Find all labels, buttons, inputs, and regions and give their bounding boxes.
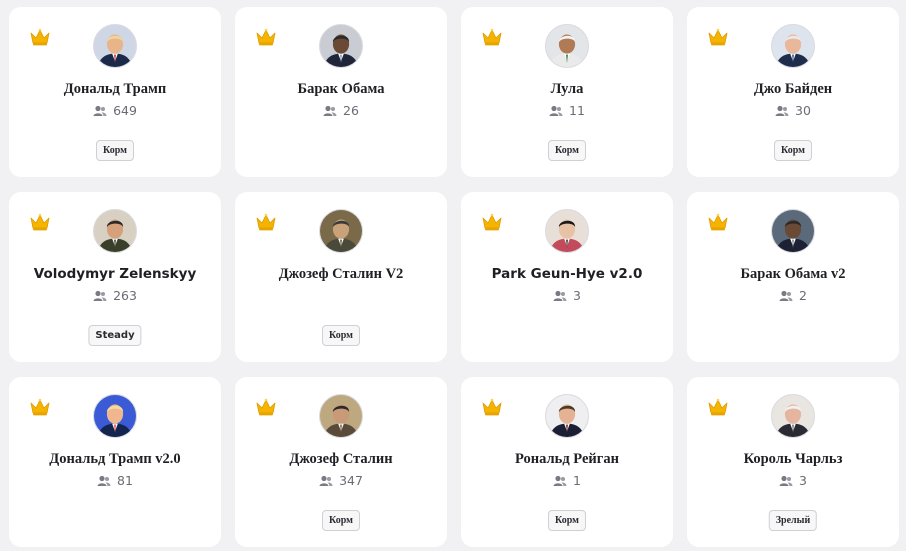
chat-count: 649: [9, 103, 221, 118]
character-grid: Дональд Трамп 649 Корм Барак Обама 26 Лу…: [9, 7, 906, 551]
character-card[interactable]: Park Geun-Hye v2.0 3: [461, 192, 673, 362]
character-card[interactable]: Джозеф Сталин 347 Корм: [235, 377, 447, 547]
crown-icon: [29, 212, 51, 232]
crown-icon: [707, 397, 729, 417]
users-icon: [553, 290, 567, 302]
character-name: Джозеф Сталин V2: [278, 266, 404, 282]
users-icon: [779, 290, 793, 302]
character-card[interactable]: Лула 11 Корм: [461, 7, 673, 177]
chat-count: 11: [461, 103, 673, 118]
character-name: Рональд Рейган: [515, 451, 619, 467]
chat-count-value: 11: [569, 103, 585, 118]
chat-count: 81: [9, 473, 221, 488]
trump-avatar: [93, 24, 137, 68]
character-name: Volodymyr Zelenskyy: [33, 266, 197, 282]
character-name: Барак Обама: [297, 81, 385, 97]
biden-avatar: [771, 24, 815, 68]
chat-count: 347: [235, 473, 447, 488]
users-icon: [775, 105, 789, 117]
crown-icon: [707, 212, 729, 232]
zelenskyy-avatar: [93, 209, 137, 253]
chat-count-value: 3: [799, 473, 807, 488]
users-icon: [779, 475, 793, 487]
users-icon: [93, 105, 107, 117]
crown-icon: [255, 397, 277, 417]
character-card[interactable]: Барак Обама v2 2: [687, 192, 899, 362]
stalin-avatar: [319, 209, 363, 253]
category-tag[interactable]: Корм: [96, 140, 134, 161]
character-name: Король Чарльз: [743, 451, 843, 467]
character-name: Лула: [550, 81, 584, 97]
crown-icon: [255, 27, 277, 47]
crown-icon: [29, 397, 51, 417]
crown-icon: [481, 397, 503, 417]
chat-count: 30: [687, 103, 899, 118]
chat-count-value: 2: [799, 288, 807, 303]
users-icon: [553, 475, 567, 487]
category-tag[interactable]: Steady: [88, 325, 142, 346]
chat-count: 3: [461, 288, 673, 303]
character-name: Барак Обама v2: [740, 266, 846, 282]
chat-count: 3: [687, 473, 899, 488]
lula-avatar: [545, 24, 589, 68]
character-card[interactable]: Джо Байден 30 Корм: [687, 7, 899, 177]
users-icon: [93, 290, 107, 302]
category-tag[interactable]: Корм: [548, 140, 586, 161]
category-tag[interactable]: Зрелый: [768, 510, 818, 531]
obama-v2-avatar: [771, 209, 815, 253]
character-card[interactable]: Барак Обама 26: [235, 7, 447, 177]
category-tag[interactable]: Корм: [774, 140, 812, 161]
character-name: Дональд Трамп: [63, 81, 167, 97]
chat-count-value: 1: [573, 473, 581, 488]
park-avatar: [545, 209, 589, 253]
chat-count: 2: [687, 288, 899, 303]
character-card[interactable]: Дональд Трамп v2.0 81: [9, 377, 221, 547]
crown-icon: [255, 212, 277, 232]
chat-count-value: 81: [117, 473, 133, 488]
chat-count-value: 26: [343, 103, 359, 118]
users-icon: [97, 475, 111, 487]
crown-icon: [481, 27, 503, 47]
chat-count: 263: [9, 288, 221, 303]
character-name: Дональд Трамп v2.0: [49, 451, 181, 467]
character-card[interactable]: Король Чарльз 3 Зрелый: [687, 377, 899, 547]
category-tag[interactable]: Корм: [322, 325, 360, 346]
reagan-avatar: [545, 394, 589, 438]
stalin-v1-avatar: [319, 394, 363, 438]
chat-count-value: 347: [339, 473, 363, 488]
crown-icon: [29, 27, 51, 47]
obama-avatar: [319, 24, 363, 68]
character-name: Park Geun-Hye v2.0: [491, 266, 643, 282]
chat-count-value: 30: [795, 103, 811, 118]
crown-icon: [481, 212, 503, 232]
chat-count: 26: [235, 103, 447, 118]
character-card[interactable]: Рональд Рейган 1 Корм: [461, 377, 673, 547]
charles-avatar: [771, 394, 815, 438]
category-tag[interactable]: Корм: [548, 510, 586, 531]
character-card[interactable]: Дональд Трамп 649 Корм: [9, 7, 221, 177]
chat-count-value: 3: [573, 288, 581, 303]
character-card[interactable]: Джозеф Сталин V2 Корм: [235, 192, 447, 362]
chat-count-value: 649: [113, 103, 137, 118]
chat-count: 1: [461, 473, 673, 488]
users-icon: [549, 105, 563, 117]
character-card[interactable]: Volodymyr Zelenskyy 263 Steady: [9, 192, 221, 362]
character-name: Джо Байден: [753, 81, 833, 97]
trump-v2-avatar: [93, 394, 137, 438]
users-icon: [319, 475, 333, 487]
chat-count-value: 263: [113, 288, 137, 303]
character-name: Джозеф Сталин: [289, 451, 393, 467]
category-tag[interactable]: Корм: [322, 510, 360, 531]
crown-icon: [707, 27, 729, 47]
users-icon: [323, 105, 337, 117]
